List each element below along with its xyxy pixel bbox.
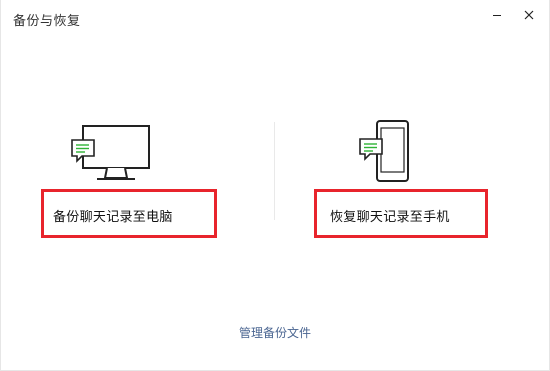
phone-with-chat-icon bbox=[359, 120, 409, 182]
minimize-button[interactable] bbox=[487, 5, 507, 25]
restore-to-phone-label: 恢复聊天记录至手机 bbox=[330, 210, 450, 225]
manage-backup-files-link[interactable]: 管理备份文件 bbox=[1, 324, 549, 341]
close-button[interactable] bbox=[519, 5, 539, 25]
backup-restore-window: 备份与恢复 备份聊天记录至电脑 恢复聊天记录至手机 管理备份文件 bbox=[0, 0, 550, 371]
restore-to-phone-button[interactable]: 恢复聊天记录至手机 bbox=[314, 189, 488, 238]
window-title: 备份与恢复 bbox=[13, 14, 81, 29]
backup-to-pc-button[interactable]: 备份聊天记录至电脑 bbox=[41, 189, 217, 238]
divider bbox=[274, 122, 275, 220]
minimize-icon bbox=[493, 14, 501, 16]
close-icon bbox=[524, 10, 534, 20]
backup-to-pc-label: 备份聊天记录至电脑 bbox=[53, 210, 173, 225]
computer-with-chat-icon bbox=[71, 125, 150, 180]
